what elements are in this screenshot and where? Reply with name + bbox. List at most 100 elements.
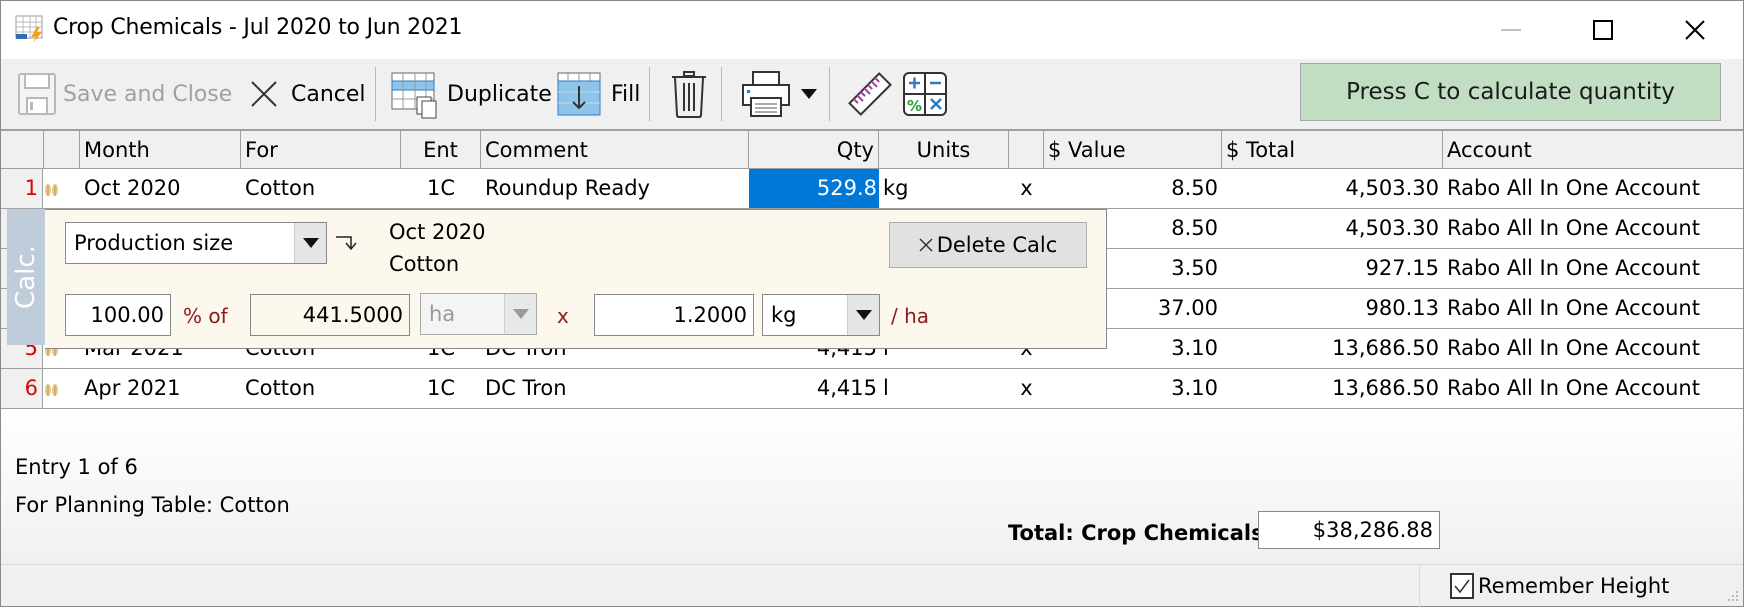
- cell-total[interactable]: 4,503.30: [1222, 169, 1443, 208]
- toolbar: Save and Close Cancel Duplicate Fill % P…: [1, 59, 1743, 129]
- header-rownum: [1, 131, 44, 169]
- rate-input[interactable]: 1.2000: [594, 294, 754, 336]
- cell-account[interactable]: Rabo All In One Account: [1443, 329, 1743, 368]
- row-number[interactable]: 6: [1, 369, 43, 408]
- remember-height-label: Remember Height: [1478, 574, 1670, 598]
- close-button[interactable]: [1650, 1, 1740, 59]
- header-ent[interactable]: Ent: [401, 131, 481, 169]
- cell-total[interactable]: 927.15: [1222, 249, 1443, 288]
- dropdown-arrow-icon: [801, 89, 817, 99]
- cell-value[interactable]: 3.10: [1044, 369, 1222, 408]
- cell-ent[interactable]: 1C: [401, 169, 481, 208]
- cell-ent[interactable]: 1C: [401, 369, 481, 408]
- delete-calc-label: Delete Calc: [936, 233, 1058, 257]
- footer: Entry 1 of 6 For Planning Table: Cotton …: [1, 409, 1743, 564]
- calculator-button[interactable]: %: [903, 65, 947, 123]
- floppy-disk-icon: [18, 73, 56, 115]
- row-number[interactable]: 1: [1, 169, 43, 208]
- total-label: Total: Crop Chemicals: [1008, 521, 1264, 545]
- maximize-button[interactable]: [1558, 1, 1648, 59]
- save-and-close-label: Save and Close: [63, 81, 233, 107]
- cell-total[interactable]: 13,686.50: [1222, 329, 1443, 368]
- grid-header: Month For Ent Comment Qty Units $ Value …: [1, 129, 1743, 169]
- x-icon: [919, 238, 933, 252]
- cell-total[interactable]: 980.13: [1222, 289, 1443, 328]
- toolbar-separator: [375, 67, 376, 121]
- cell-account[interactable]: Rabo All In One Account: [1443, 249, 1743, 288]
- fill-button[interactable]: Fill: [557, 65, 640, 123]
- checkbox-box[interactable]: [1450, 573, 1474, 599]
- per-unit-label: / ha: [891, 304, 930, 328]
- cell-value[interactable]: 8.50: [1044, 169, 1222, 208]
- table-row[interactable]: 6 Apr 2021 Cotton 1C DC Tron 4,415 l x 3.10 13,68…: [1, 369, 1743, 409]
- cell-comment[interactable]: DC Tron: [481, 369, 749, 408]
- table-row[interactable]: 1 Oct 2020 Cotton 1C Roundup Ready 529.8 kg x 8.…: [1, 169, 1743, 209]
- cell-qty[interactable]: 529.8: [749, 169, 879, 208]
- rate-unit-value: kg: [771, 303, 797, 327]
- cell-for[interactable]: Cotton: [241, 169, 401, 208]
- print-options-dropdown[interactable]: [801, 65, 817, 123]
- production-size-field: 441.5000: [250, 294, 410, 336]
- header-value[interactable]: $ Value: [1044, 131, 1222, 169]
- print-button[interactable]: [741, 65, 791, 123]
- cell-x[interactable]: x: [1009, 369, 1044, 408]
- header-account[interactable]: Account: [1443, 131, 1743, 169]
- cell-account[interactable]: Rabo All In One Account: [1443, 169, 1743, 208]
- chevron-down-icon: [504, 294, 536, 334]
- rate-unit-select[interactable]: kg: [762, 294, 880, 336]
- delete-button[interactable]: [669, 65, 709, 123]
- header-qty[interactable]: Qty: [749, 131, 879, 169]
- chevron-down-icon: [847, 295, 879, 335]
- cell-units[interactable]: l: [879, 369, 1009, 408]
- header-month[interactable]: Month: [80, 131, 241, 169]
- calc-tab[interactable]: Calc.: [7, 209, 45, 345]
- cell-qty[interactable]: 4,415: [749, 369, 879, 408]
- percent-input[interactable]: 100.00: [65, 294, 171, 336]
- cell-month[interactable]: Oct 2020: [80, 169, 241, 208]
- resize-grip-icon[interactable]: [1727, 590, 1739, 602]
- duplicate-button[interactable]: Duplicate: [391, 65, 552, 123]
- header-units[interactable]: Units: [879, 131, 1009, 169]
- calc-basis-value: Production size: [74, 231, 234, 255]
- header-total[interactable]: $ Total: [1222, 131, 1443, 169]
- minimize-button[interactable]: [1466, 1, 1556, 59]
- size-unit-value: ha: [429, 302, 456, 326]
- times-label: x: [557, 304, 569, 328]
- cell-units[interactable]: kg: [879, 169, 1009, 208]
- cell-x[interactable]: x: [1009, 169, 1044, 208]
- remember-height-checkbox[interactable]: Remember Height: [1450, 573, 1669, 599]
- printer-icon: [742, 71, 790, 117]
- toolbar-separator: [721, 67, 722, 121]
- cell-for[interactable]: Cotton: [241, 369, 401, 408]
- duplicate-label: Duplicate: [447, 81, 552, 107]
- crop-chemicals-window: Crop Chemicals - Jul 2020 to Jun 2021 Sa…: [0, 0, 1744, 607]
- cancel-label: Cancel: [291, 81, 366, 107]
- minimize-icon: [1501, 29, 1521, 31]
- cell-total[interactable]: 13,686.50: [1222, 369, 1443, 408]
- cell-total[interactable]: 4,503.30: [1222, 209, 1443, 248]
- delete-calc-button[interactable]: Delete Calc: [889, 222, 1087, 268]
- cancel-button[interactable]: Cancel: [249, 65, 366, 123]
- calc-tab-label: Calc.: [11, 245, 41, 309]
- percent-of-label: % of: [183, 304, 228, 328]
- measure-button[interactable]: [847, 65, 893, 123]
- chevron-down-icon: [294, 223, 326, 263]
- calculate-quantity-hint[interactable]: Press C to calculate quantity: [1300, 63, 1721, 121]
- maximize-icon: [1593, 20, 1613, 40]
- cell-month[interactable]: Apr 2021: [80, 369, 241, 408]
- cotton-crop-icon: [45, 184, 58, 196]
- cell-comment[interactable]: Roundup Ready: [481, 169, 749, 208]
- cell-account[interactable]: Rabo All In One Account: [1443, 209, 1743, 248]
- cell-account[interactable]: Rabo All In One Account: [1443, 289, 1743, 328]
- table-lightning-icon: [15, 15, 43, 43]
- header-for[interactable]: For: [241, 131, 401, 169]
- calc-basis-select[interactable]: Production size: [65, 222, 327, 264]
- checkmark-icon: [1454, 579, 1470, 594]
- save-and-close-button[interactable]: Save and Close: [17, 65, 232, 123]
- header-comment[interactable]: Comment: [481, 131, 749, 169]
- cancel-x-icon: [251, 81, 277, 107]
- fill-down-icon: [557, 72, 601, 116]
- cell-account[interactable]: Rabo All In One Account: [1443, 369, 1743, 408]
- window-title: Crop Chemicals - Jul 2020 to Jun 2021: [53, 15, 463, 40]
- calc-ref-month: Oct 2020: [389, 220, 486, 244]
